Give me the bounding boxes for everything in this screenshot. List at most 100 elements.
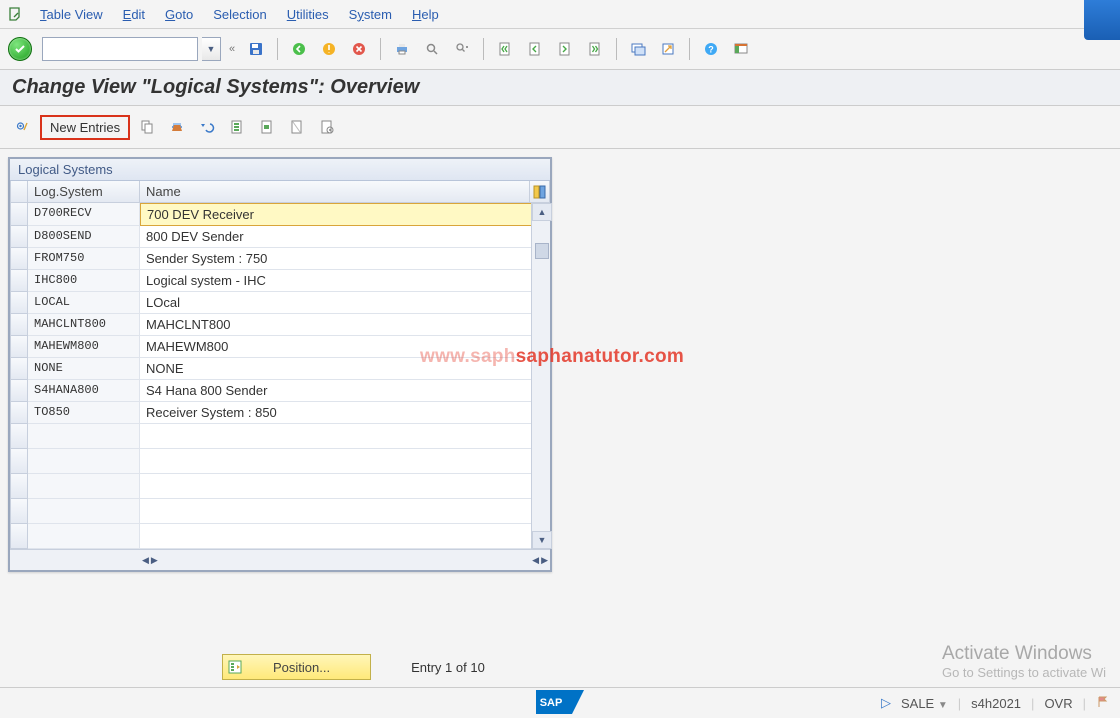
cell-log-system[interactable]: S4HANA800 — [28, 380, 140, 402]
table-row-empty — [10, 524, 550, 549]
toggle-display-change-button[interactable] — [10, 115, 36, 139]
screen-title: Change View "Logical Systems": Overview — [12, 76, 1108, 99]
cell-name[interactable]: MAHEWM800 — [140, 336, 550, 358]
cell-log-system[interactable]: D700RECV — [28, 203, 140, 226]
cell-name[interactable]: Sender System : 750 — [140, 248, 550, 270]
select-all-button[interactable] — [224, 115, 250, 139]
row-selector[interactable] — [10, 474, 28, 499]
row-selector[interactable] — [10, 499, 28, 524]
menu-system[interactable]: System — [339, 7, 402, 22]
row-selector[interactable] — [10, 314, 28, 336]
cell-name[interactable]: LOcal — [140, 292, 550, 314]
row-selector[interactable] — [10, 292, 28, 314]
help-button[interactable]: ? — [698, 37, 724, 61]
command-field[interactable] — [42, 37, 198, 61]
prev-page-button[interactable] — [522, 37, 548, 61]
status-insert-mode[interactable]: OVR — [1044, 696, 1072, 711]
cell-log-system[interactable] — [28, 524, 140, 549]
row-selector[interactable] — [10, 358, 28, 380]
col-header-name[interactable]: Name — [140, 181, 530, 203]
status-flag-icon[interactable] — [1096, 695, 1110, 712]
cell-name[interactable]: 700 DEV Receiver — [140, 203, 550, 226]
command-field-dropdown[interactable]: ▼ — [202, 37, 221, 61]
menu-edit[interactable]: Edit — [113, 7, 155, 22]
row-selector[interactable] — [10, 380, 28, 402]
scroll-thumb[interactable] — [535, 243, 549, 259]
create-shortcut-button[interactable] — [655, 37, 681, 61]
row-selector[interactable] — [10, 402, 28, 424]
hscroll-left2-icon[interactable]: ◀ — [532, 555, 539, 566]
cell-name[interactable]: NONE — [140, 358, 550, 380]
cell-log-system[interactable]: IHC800 — [28, 270, 140, 292]
hscroll-right2-icon[interactable]: ▶ — [541, 555, 548, 566]
cell-log-system[interactable]: NONE — [28, 358, 140, 380]
find-button[interactable] — [419, 37, 445, 61]
cell-name[interactable] — [140, 449, 550, 474]
hscroll-left-icon[interactable]: ◀ — [142, 555, 149, 566]
cell-name[interactable]: Receiver System : 850 — [140, 402, 550, 424]
cancel-button[interactable] — [346, 37, 372, 61]
first-page-button[interactable] — [492, 37, 518, 61]
menu-table-view[interactable]: TTable Viewable View — [30, 7, 113, 22]
save-button[interactable] — [243, 37, 269, 61]
scroll-up-button[interactable]: ▲ — [532, 203, 552, 221]
status-nav-icon[interactable]: ▷ — [881, 695, 891, 711]
cell-log-system[interactable]: FROM750 — [28, 248, 140, 270]
horizontal-scrollbar[interactable]: ◀▶ ◀▶ — [10, 549, 550, 570]
menu-selection[interactable]: Selection — [203, 7, 276, 22]
scroll-down-button[interactable]: ▼ — [532, 531, 552, 549]
delete-button[interactable] — [164, 115, 190, 139]
row-selector[interactable] — [10, 203, 28, 226]
hscroll-right-icon[interactable]: ▶ — [151, 555, 158, 566]
cell-log-system[interactable]: LOCAL — [28, 292, 140, 314]
back-button[interactable] — [286, 37, 312, 61]
cell-name[interactable] — [140, 474, 550, 499]
cell-log-system[interactable]: TO850 — [28, 402, 140, 424]
cell-name[interactable] — [140, 524, 550, 549]
cell-name[interactable]: S4 Hana 800 Sender — [140, 380, 550, 402]
cell-name[interactable]: Logical system - IHC — [140, 270, 550, 292]
menu-help[interactable]: Help — [402, 7, 449, 22]
row-selector[interactable] — [10, 248, 28, 270]
exit-button[interactable] — [316, 37, 342, 61]
row-selector-header[interactable] — [10, 181, 28, 203]
menu-goto[interactable]: Goto — [155, 7, 203, 22]
deselect-all-button[interactable] — [284, 115, 310, 139]
cell-name[interactable]: MAHCLNT800 — [140, 314, 550, 336]
table-row: IHC800Logical system - IHC — [10, 270, 550, 292]
cell-log-system[interactable]: D800SEND — [28, 226, 140, 248]
last-page-button[interactable] — [582, 37, 608, 61]
vertical-scrollbar[interactable]: ▲▼ — [531, 203, 550, 549]
enter-button[interactable] — [8, 37, 32, 61]
configure-columns-button[interactable] — [530, 181, 550, 203]
cell-log-system[interactable] — [28, 499, 140, 524]
row-selector[interactable] — [10, 449, 28, 474]
row-selector[interactable] — [10, 424, 28, 449]
cell-name[interactable] — [140, 499, 550, 524]
table-settings-button[interactable] — [314, 115, 340, 139]
row-selector[interactable] — [10, 524, 28, 549]
cell-log-system[interactable] — [28, 474, 140, 499]
cell-log-system[interactable] — [28, 449, 140, 474]
undo-button[interactable] — [194, 115, 220, 139]
menu-utilities[interactable]: Utilities — [277, 7, 339, 22]
cell-name[interactable]: 800 DEV Sender — [140, 226, 550, 248]
next-page-button[interactable] — [552, 37, 578, 61]
cell-log-system[interactable]: MAHEWM800 — [28, 336, 140, 358]
cell-log-system[interactable] — [28, 424, 140, 449]
row-selector[interactable] — [10, 226, 28, 248]
copy-as-button[interactable] — [134, 115, 160, 139]
select-block-button[interactable] — [254, 115, 280, 139]
print-button[interactable] — [389, 37, 415, 61]
new-entries-button[interactable]: New Entries — [40, 115, 130, 140]
layout-button[interactable] — [728, 37, 754, 61]
status-tcode[interactable]: SALE ▼ — [901, 696, 948, 711]
find-next-button[interactable] — [449, 37, 475, 61]
new-session-button[interactable] — [625, 37, 651, 61]
cell-name[interactable] — [140, 424, 550, 449]
col-header-log-system[interactable]: Log.System — [28, 181, 140, 203]
position-button[interactable]: Position... — [222, 654, 371, 680]
row-selector[interactable] — [10, 270, 28, 292]
row-selector[interactable] — [10, 336, 28, 358]
cell-log-system[interactable]: MAHCLNT800 — [28, 314, 140, 336]
